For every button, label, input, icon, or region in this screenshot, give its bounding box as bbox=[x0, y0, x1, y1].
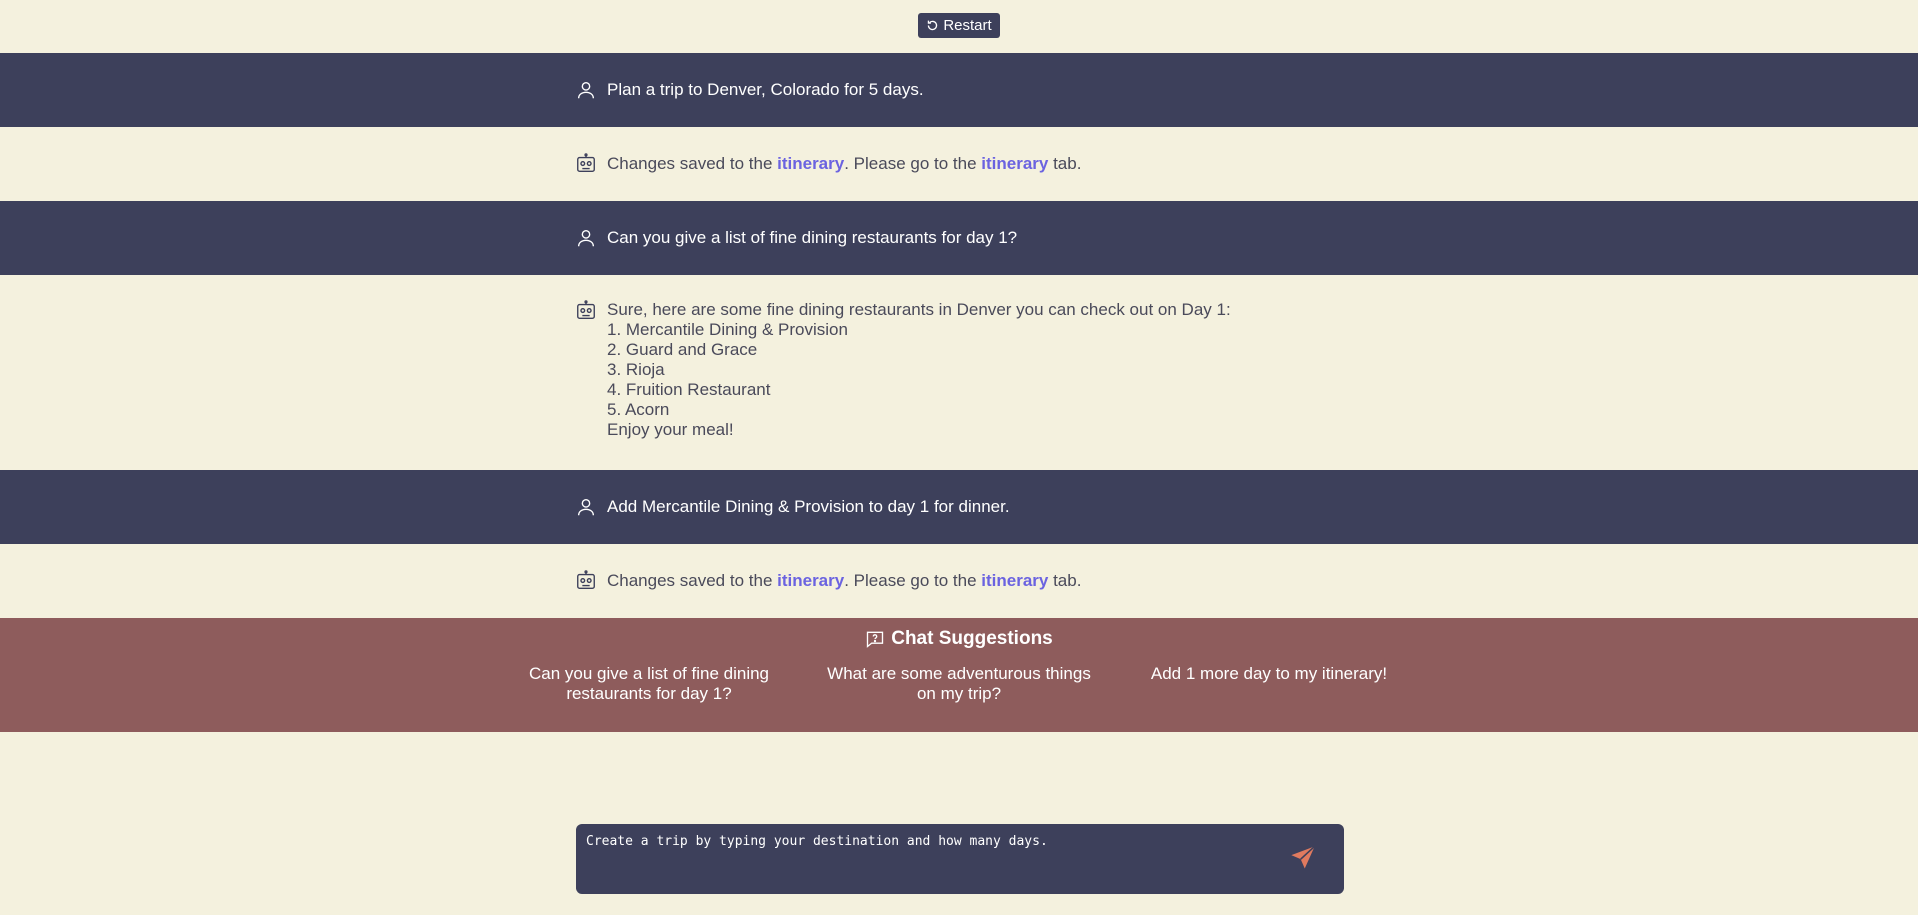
chat-suggestions-panel: Chat Suggestions Can you give a list of … bbox=[0, 618, 1918, 732]
restaurant-item: 2. Guard and Grace bbox=[607, 340, 758, 359]
restaurant-item: 5. Acorn bbox=[607, 400, 670, 419]
robot-icon bbox=[577, 300, 595, 320]
bot-message-text: Changes saved to the itinerary. Please g… bbox=[607, 154, 1082, 173]
message-line: Sure, here are some fine dining restaura… bbox=[607, 300, 1231, 319]
bot-message: Changes saved to the itinerary. Please g… bbox=[0, 544, 1918, 618]
restaurant-item: 3. Rioja bbox=[607, 360, 665, 379]
send-icon bbox=[1291, 845, 1316, 869]
chat-question-icon bbox=[867, 631, 884, 648]
message-input[interactable] bbox=[586, 834, 1266, 884]
suggestion-item[interactable]: Can you give a list of fine dining resta… bbox=[494, 664, 804, 704]
user-message-text: Plan a trip to Denver, Colorado for 5 da… bbox=[607, 80, 924, 99]
restaurant-item: 4. Fruition Restaurant bbox=[607, 380, 771, 399]
user-message: Plan a trip to Denver, Colorado for 5 da… bbox=[0, 53, 1918, 127]
restart-icon bbox=[928, 20, 938, 31]
message-composer bbox=[576, 824, 1344, 894]
user-message: Add Mercantile Dining & Provision to day… bbox=[0, 470, 1918, 544]
suggestion-list: Can you give a list of fine dining resta… bbox=[494, 664, 1424, 704]
restaurant-item: 1. Mercantile Dining & Provision bbox=[607, 320, 848, 339]
itinerary-link[interactable]: itinerary bbox=[981, 571, 1048, 590]
restart-label: Restart bbox=[943, 17, 992, 34]
user-message-text: Can you give a list of fine dining resta… bbox=[607, 228, 1018, 247]
user-message: Can you give a list of fine dining resta… bbox=[0, 201, 1918, 275]
robot-icon bbox=[577, 570, 595, 590]
bot-message: Sure, here are some fine dining restaura… bbox=[0, 275, 1918, 470]
robot-icon bbox=[577, 153, 595, 173]
user-icon bbox=[577, 229, 595, 247]
restart-button[interactable]: Restart bbox=[918, 13, 1000, 38]
chat-suggestions-title: Chat Suggestions bbox=[865, 628, 1053, 650]
send-button[interactable] bbox=[1288, 844, 1318, 874]
itinerary-link[interactable]: itinerary bbox=[777, 154, 844, 173]
itinerary-link[interactable]: itinerary bbox=[981, 154, 1048, 173]
suggestion-item[interactable]: What are some adventurous things on my t… bbox=[804, 664, 1114, 704]
bot-message: Changes saved to the itinerary. Please g… bbox=[0, 127, 1918, 201]
message-line: Enjoy your meal! bbox=[607, 420, 734, 439]
user-icon bbox=[577, 498, 595, 516]
itinerary-link[interactable]: itinerary bbox=[777, 571, 844, 590]
bot-message-text: Changes saved to the itinerary. Please g… bbox=[607, 571, 1082, 590]
suggestion-item[interactable]: Add 1 more day to my itinerary! bbox=[1114, 664, 1424, 704]
user-message-text: Add Mercantile Dining & Provision to day… bbox=[607, 497, 1010, 516]
bot-message-text: Sure, here are some fine dining restaura… bbox=[607, 300, 1231, 440]
top-bar: Restart bbox=[0, 0, 1918, 53]
user-icon bbox=[577, 81, 595, 99]
